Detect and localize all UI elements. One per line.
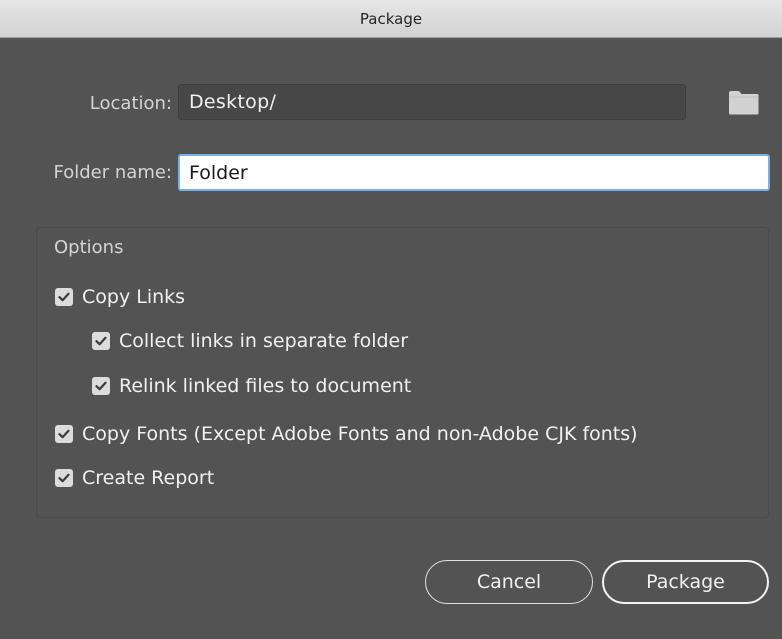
- location-field[interactable]: Desktop/: [178, 84, 686, 120]
- location-value: Desktop/: [189, 91, 277, 113]
- copy-links-label: Copy Links: [82, 286, 186, 308]
- copy-fonts-option[interactable]: Copy Fonts (Except Adobe Fonts and non-A…: [55, 421, 638, 447]
- relink-files-option[interactable]: Relink linked files to document: [92, 373, 411, 399]
- checkmark-icon: [58, 292, 70, 302]
- folder-name-input[interactable]: [178, 154, 770, 191]
- copy-links-option[interactable]: Copy Links: [55, 284, 185, 310]
- checkmark-icon: [95, 336, 107, 346]
- dialog-title: Package: [359, 9, 423, 28]
- copy-fonts-label: Copy Fonts (Except Adobe Fonts and non-A…: [82, 423, 638, 445]
- folder-name-label: Folder name:: [53, 162, 172, 183]
- collect-links-checkbox[interactable]: [92, 332, 110, 350]
- checkmark-icon: [58, 429, 70, 439]
- checkmark-icon: [95, 381, 107, 391]
- location-label: Location:: [89, 93, 172, 114]
- title-bar: Package: [0, 0, 782, 38]
- relink-files-checkbox[interactable]: [92, 377, 110, 395]
- relink-files-label: Relink linked files to document: [119, 375, 412, 397]
- copy-fonts-checkbox[interactable]: [55, 425, 73, 443]
- create-report-label: Create Report: [82, 467, 215, 489]
- browse-folder-button[interactable]: [728, 90, 759, 115]
- create-report-checkbox[interactable]: [55, 469, 73, 487]
- folder-icon: [729, 91, 759, 115]
- collect-links-option[interactable]: Collect links in separate folder: [92, 328, 408, 354]
- create-report-option[interactable]: Create Report: [55, 465, 214, 491]
- collect-links-label: Collect links in separate folder: [119, 330, 409, 352]
- checkmark-icon: [58, 473, 70, 483]
- package-button[interactable]: Package: [602, 560, 769, 604]
- copy-links-checkbox[interactable]: [55, 288, 73, 306]
- cancel-button[interactable]: Cancel: [425, 560, 593, 604]
- options-title: Options: [54, 237, 124, 258]
